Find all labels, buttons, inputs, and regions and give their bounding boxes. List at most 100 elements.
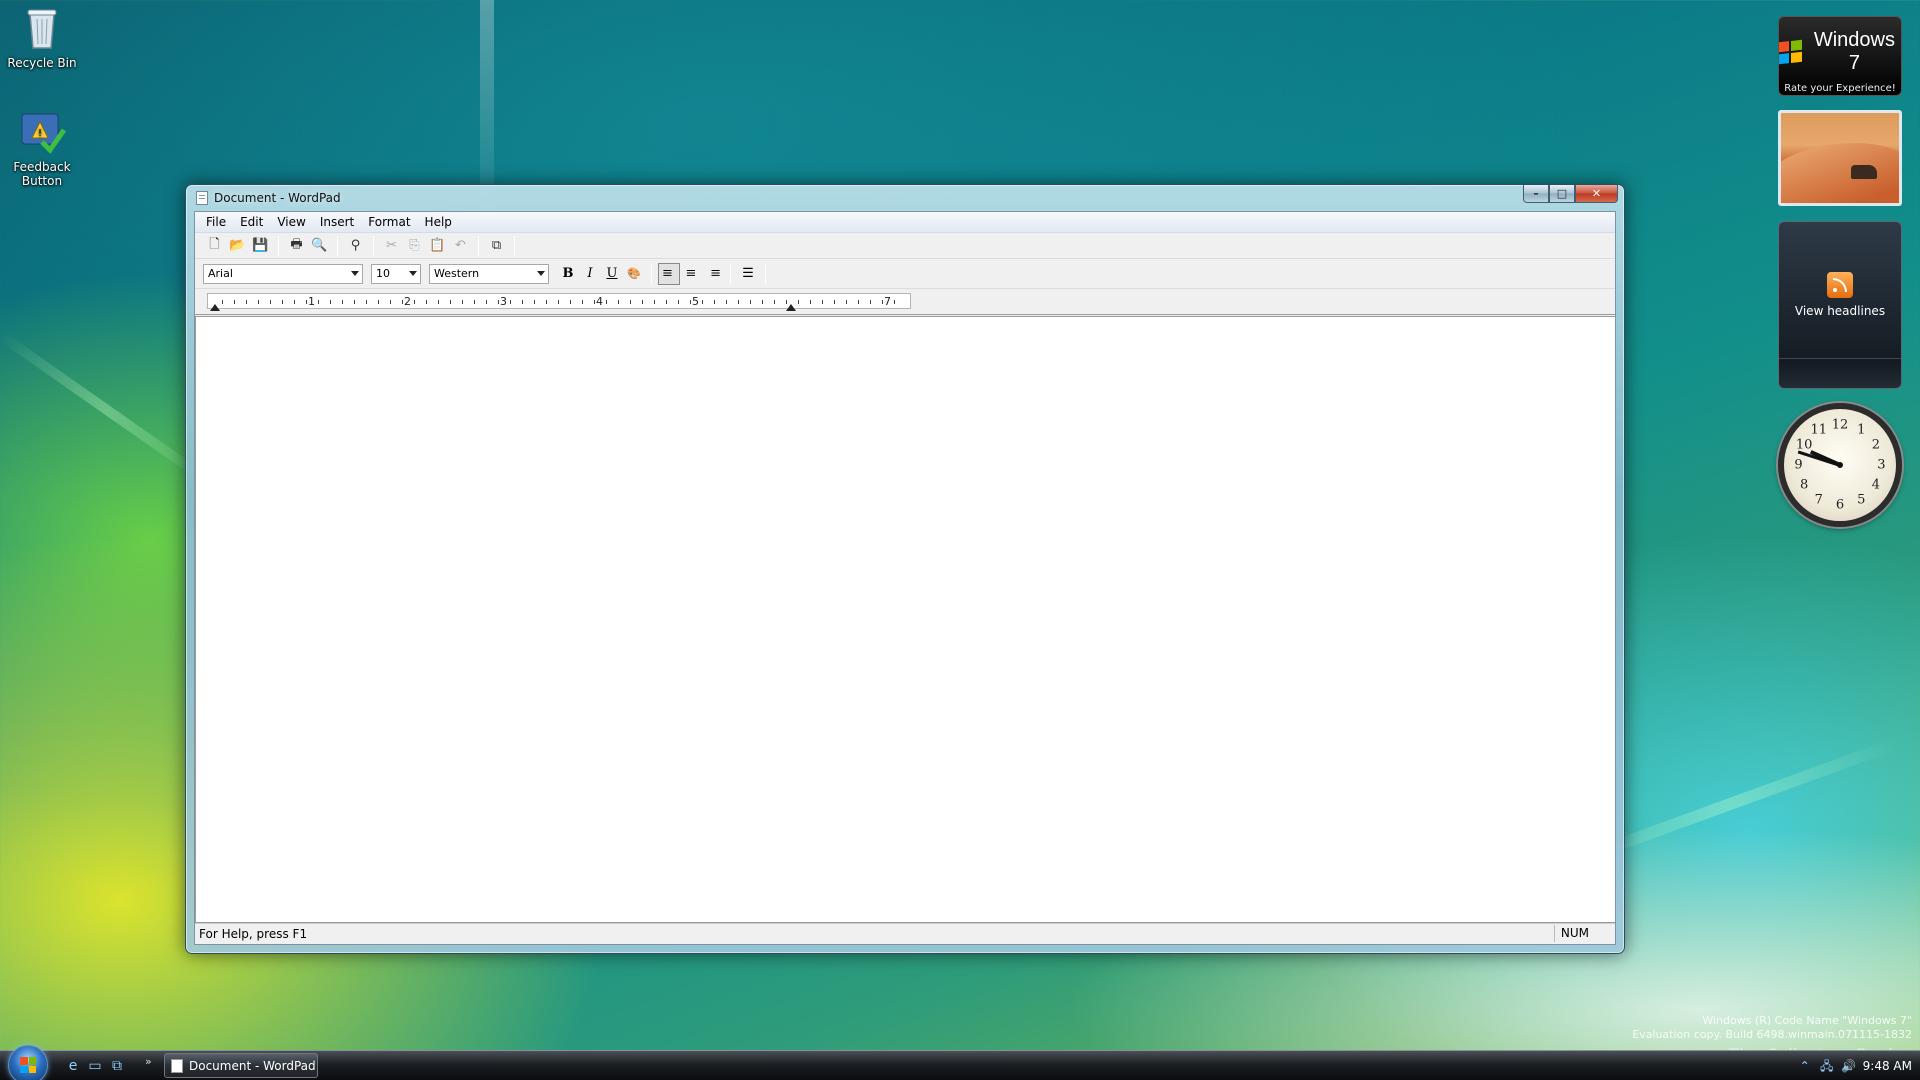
bullets-button[interactable]: ☰ (737, 263, 759, 285)
undo-icon[interactable]: ↶ (449, 235, 472, 257)
new-document-icon[interactable]: 🗋 (203, 235, 226, 257)
minimize-button[interactable]: – (1523, 185, 1549, 203)
volume-icon[interactable]: 🔊 (1841, 1058, 1857, 1074)
start-button[interactable] (8, 1045, 48, 1080)
align-center-button[interactable]: ≡ (680, 263, 702, 285)
menu-edit[interactable]: Edit (233, 212, 270, 233)
recycle-bin-desktop-icon[interactable]: Recycle Bin (0, 4, 84, 70)
quick-launch-chevron-icon[interactable]: » (145, 1055, 152, 1068)
clock-number: 8 (1800, 477, 1809, 493)
open-folder-icon[interactable]: 📂 (226, 235, 249, 257)
recycle-bin-icon (18, 4, 66, 52)
show-desktop-icon[interactable]: ▭ (86, 1058, 104, 1074)
toolbar-separator (337, 235, 338, 256)
ruler-number: 7 (884, 295, 891, 308)
slideshow-gadget[interactable] (1778, 110, 1902, 206)
color-palette-icon[interactable]: 🎨 (623, 263, 645, 285)
wordpad-document-icon[interactable] (196, 191, 208, 205)
font-size-value: 10 (376, 266, 390, 280)
menu-view[interactable]: View (270, 212, 312, 233)
wordpad-taskbar-icon (171, 1058, 183, 1073)
script-combo[interactable]: Western (429, 263, 549, 284)
num-lock-indicator: NUM (1553, 925, 1595, 942)
print-preview-icon[interactable]: 🔍 (308, 235, 331, 257)
align-right-button[interactable]: ≡ (702, 263, 724, 285)
clock-gadget[interactable]: 12 1 2 3 4 5 6 7 8 9 10 11 (1778, 403, 1902, 527)
watermark-line-2: Evaluation copy. Build 6498.winmain.0711… (1632, 1028, 1912, 1041)
insert-object-icon[interactable]: ⧉ (485, 235, 508, 257)
taskbar-button-label: Document - WordPad (189, 1058, 316, 1073)
taskbar-button-wordpad[interactable]: Document - WordPad (164, 1053, 318, 1078)
script-dropdown-arrow-icon[interactable] (537, 270, 545, 276)
print-icon[interactable]: 🖶 (285, 235, 308, 257)
network-icon[interactable]: 🖧 (1819, 1058, 1835, 1074)
windows-flag-icon (1779, 39, 1802, 65)
underline-button[interactable]: U (601, 263, 623, 285)
ruler-number: 3 (500, 295, 507, 308)
align-left-button[interactable]: ≡ (658, 262, 680, 285)
right-indent-marker[interactable] (786, 304, 796, 311)
toolbar-separator (278, 235, 279, 256)
recycle-bin-label: Recycle Bin (7, 56, 77, 70)
internet-explorer-icon[interactable]: e (64, 1058, 82, 1074)
tray-clock[interactable]: 9:48 AM (1863, 1059, 1912, 1073)
title-bar[interactable]: Document - WordPad – □ ✕ (186, 185, 1624, 211)
font-name-value: Arial (208, 266, 233, 280)
feed-headlines-gadget[interactable]: View headlines (1778, 221, 1902, 389)
feedback-button-desktop-icon[interactable]: ! Feedback Button (0, 108, 84, 188)
clock-number: 7 (1814, 492, 1823, 508)
system-tray: ⌃ 🖧 🔊 9:48 AM (1797, 1051, 1912, 1080)
clock-number: 6 (1835, 497, 1845, 513)
toolbar-separator (730, 263, 731, 284)
menu-help[interactable]: Help (418, 212, 459, 233)
toolbar-separator (373, 235, 374, 256)
toolbar-separator (651, 263, 652, 284)
clock-center-pin (1837, 462, 1843, 468)
font-dropdown-arrow-icon[interactable] (351, 270, 359, 276)
bold-button[interactable]: B (557, 263, 579, 285)
svg-text:!: ! (38, 128, 42, 139)
switch-windows-icon[interactable]: ⧉ (108, 1058, 126, 1074)
ruler-ticks (222, 300, 906, 304)
cut-icon[interactable]: ✂ (380, 235, 403, 257)
save-icon[interactable]: 💾 (249, 235, 272, 257)
menu-file[interactable]: File (199, 212, 233, 233)
taskbar: e ▭ ⧉ » Document - WordPad ⌃ 🖧 🔊 9:48 AM (0, 1045, 1920, 1080)
paste-icon[interactable]: 📋 (426, 235, 449, 257)
copy-icon[interactable]: ⎘ (403, 235, 426, 257)
toolbar-separator (478, 235, 479, 256)
ruler-row: 1 2 3 4 5 7 (195, 289, 1615, 315)
build-watermark: Windows (R) Code Name "Windows 7" Evalua… (1632, 1014, 1912, 1042)
format-toolbar: Arial 10 Western B I U 🎨 ≡ ≡ ≡ ☰ (195, 259, 1615, 289)
windows7-title: Windows 7 (1813, 29, 1895, 74)
ruler-number: 4 (596, 295, 603, 308)
document-text-area[interactable] (195, 316, 1615, 923)
toolbar-separator (514, 235, 515, 256)
tray-expand-icon[interactable]: ⌃ (1797, 1058, 1813, 1074)
menu-bar: File Edit View Insert Format Help (195, 212, 1615, 233)
feedback-button-label: Feedback Button (13, 160, 71, 188)
desert-dune (1781, 143, 1899, 203)
standard-toolbar: 🗋 📂 💾 🖶 🔍 ⚲ ✂ ⎘ 📋 ↶ ⧉ (195, 233, 1615, 259)
italic-button[interactable]: I (579, 263, 601, 285)
status-bar: For Help, press F1 NUM (195, 923, 1615, 944)
size-dropdown-arrow-icon[interactable] (409, 270, 417, 276)
clock-number: 9 (1794, 457, 1803, 473)
clock-number: 3 (1877, 457, 1886, 473)
clock-number: 4 (1871, 477, 1880, 493)
clock-minute-hand (1797, 449, 1841, 467)
window-client-area: File Edit View Insert Format Help 🗋 📂 💾 … (194, 211, 1616, 945)
maximize-button[interactable]: □ (1549, 185, 1575, 203)
left-indent-marker[interactable] (210, 304, 220, 311)
windows7-gadget[interactable]: Windows 7 Rate your Experience! (1778, 16, 1902, 96)
clock-number: 11 (1810, 422, 1827, 438)
font-name-combo[interactable]: Arial (203, 263, 363, 284)
ruler[interactable]: 1 2 3 4 5 7 (207, 293, 911, 311)
menu-insert[interactable]: Insert (313, 212, 361, 233)
close-button[interactable]: ✕ (1575, 185, 1618, 203)
font-size-combo[interactable]: 10 (371, 263, 421, 284)
clock-number: 2 (1871, 437, 1880, 453)
menu-format[interactable]: Format (361, 212, 417, 233)
status-help-text: For Help, press F1 (199, 927, 308, 941)
find-binoculars-icon[interactable]: ⚲ (344, 235, 367, 257)
